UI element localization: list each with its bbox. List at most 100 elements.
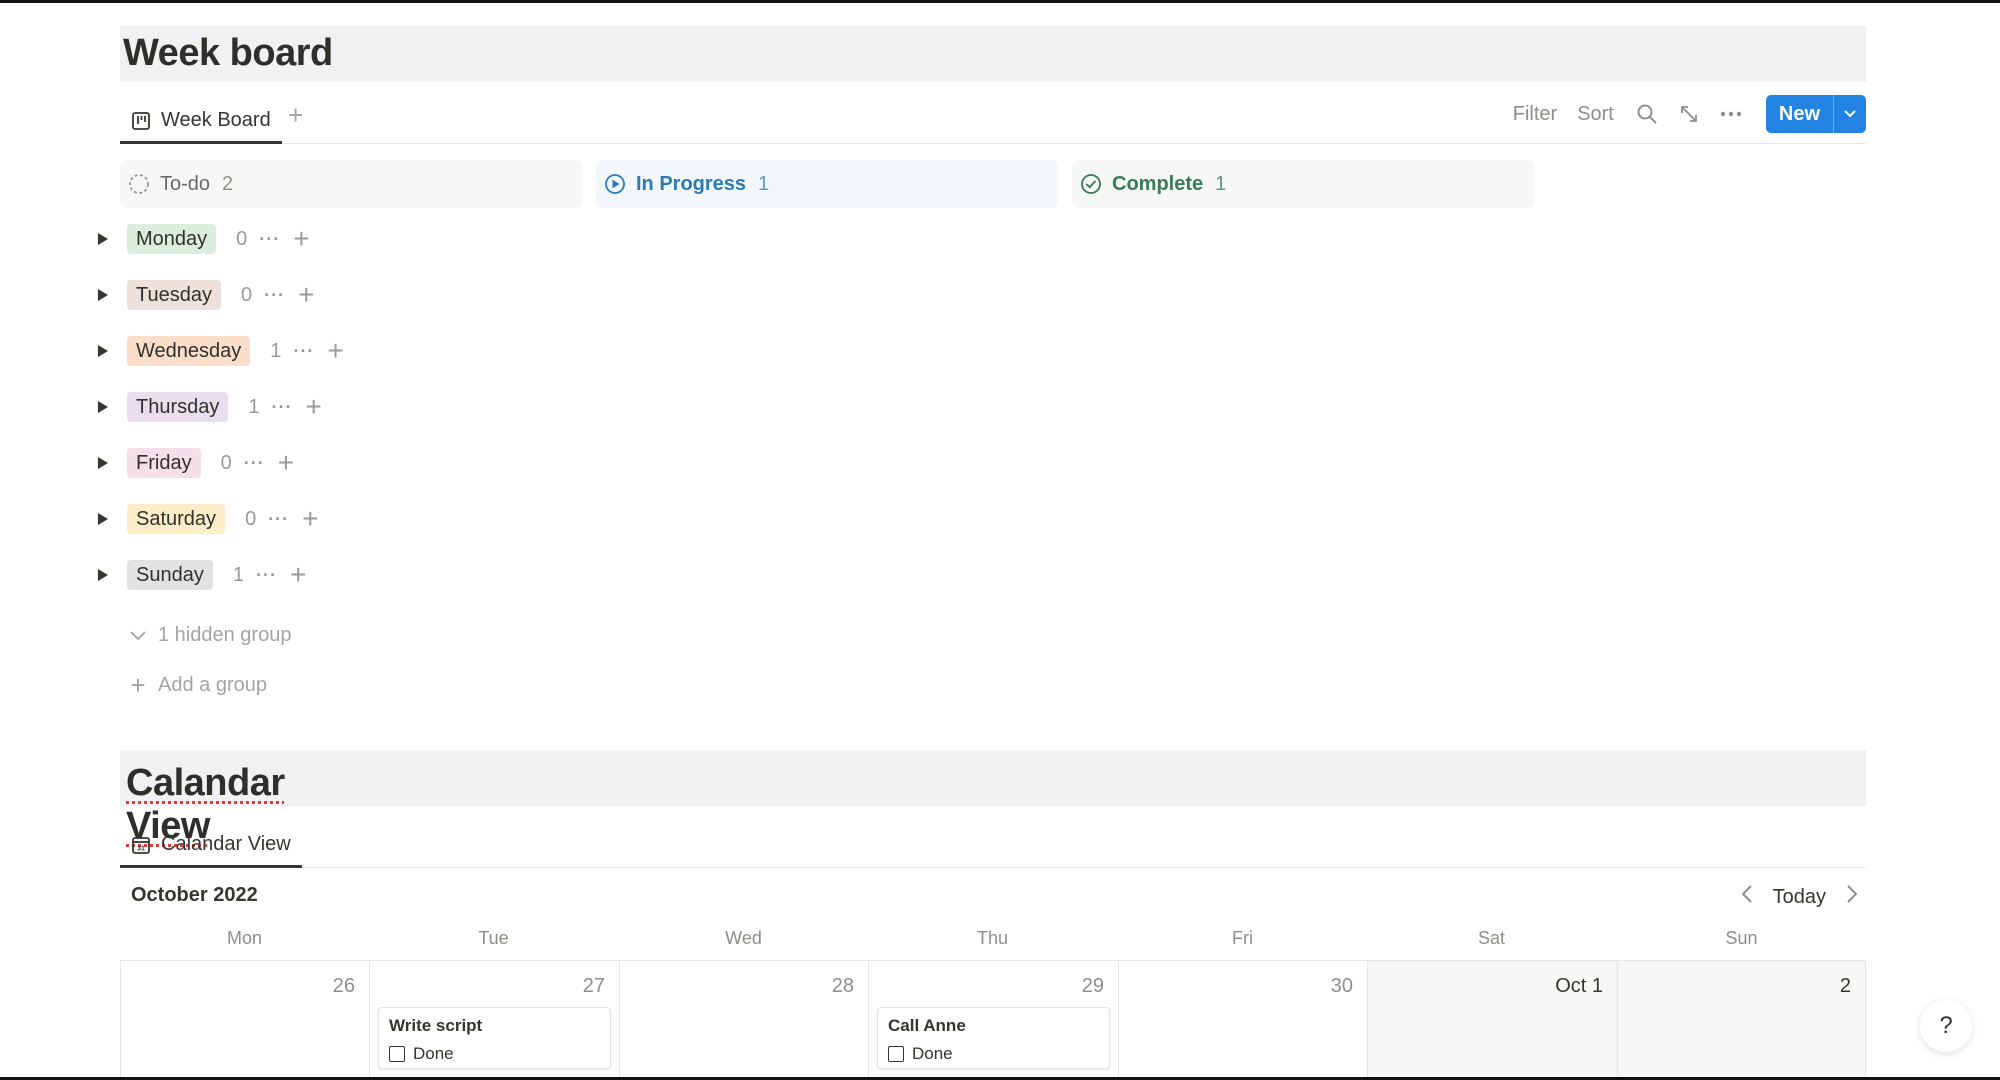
group-row-monday: Monday 0 ··· + (94, 221, 310, 257)
group-row-wednesday: Wednesday 1 ··· + (94, 333, 344, 369)
done-checkbox[interactable]: Done (888, 1044, 953, 1064)
group-count: 0 (220, 451, 232, 474)
add-icon[interactable]: + (293, 225, 309, 253)
caret-right-icon[interactable] (94, 286, 112, 304)
event-title: Call Anne (888, 1016, 966, 1035)
group-count: 0 (245, 507, 257, 530)
column-complete[interactable]: Complete 1 (1072, 160, 1534, 208)
calendar-nav: Today (1741, 884, 1858, 910)
caret-right-icon[interactable] (94, 454, 112, 472)
help-button[interactable]: ? (1920, 1000, 1972, 1052)
calendar-tabbar: 31 Calandar View (120, 820, 1866, 868)
column-label: Complete (1112, 172, 1204, 195)
chevron-down-icon[interactable] (1833, 95, 1866, 133)
group-pill[interactable]: Wednesday (127, 336, 251, 366)
checkbox-icon (888, 1046, 904, 1062)
weekday-label: Wed (725, 928, 762, 948)
event-card[interactable]: Write script Done (378, 1007, 611, 1069)
checkbox-label: Done (912, 1044, 953, 1063)
calendar-icon: 31 (132, 836, 150, 854)
group-pill[interactable]: Saturday (127, 504, 226, 534)
complete-status-icon (1081, 174, 1101, 194)
sort-button[interactable]: Sort (1577, 103, 1614, 126)
add-icon[interactable]: + (305, 393, 321, 421)
calendar-grid: 26 27 Write script Done 28 29 Call Anne … (120, 960, 1866, 1080)
new-button[interactable]: New (1765, 95, 1866, 133)
add-group-label: Add a group (158, 674, 267, 696)
group-row-sunday: Sunday 1 ··· + (94, 557, 306, 593)
chevron-right-icon[interactable] (1846, 884, 1858, 910)
day-number: 2 (1839, 975, 1851, 997)
day-number: 30 (1330, 975, 1353, 997)
checkbox-icon (389, 1046, 405, 1062)
hidden-groups-label: 1 hidden group (158, 624, 292, 646)
group-pill[interactable]: Friday (127, 448, 201, 478)
calendar-day-cell[interactable]: 26 (120, 961, 369, 1080)
caret-right-icon[interactable] (94, 342, 112, 360)
group-row-friday: Friday 0 ··· + (94, 445, 294, 481)
today-button[interactable]: Today (1773, 886, 1826, 909)
more-icon[interactable]: ··· (268, 509, 289, 530)
page-title-calendar[interactable]: Calandar View (120, 750, 1866, 847)
new-button-label: New (1778, 102, 1820, 125)
caret-right-icon[interactable] (94, 566, 112, 584)
calendar-day-cell[interactable]: 28 (619, 961, 868, 1080)
top-border (0, 0, 2000, 3)
day-number: 29 (1081, 975, 1104, 997)
calendar-day-cell[interactable]: 2 (1617, 961, 1866, 1080)
group-count: 1 (248, 395, 260, 418)
caret-right-icon[interactable] (94, 510, 112, 528)
event-card[interactable]: Call Anne Done (877, 1007, 1110, 1069)
group-pill[interactable]: Monday (127, 224, 217, 254)
add-icon[interactable]: + (278, 449, 294, 477)
weekday-label: Thu (976, 928, 1009, 948)
calendar-day-cell[interactable]: 30 (1118, 961, 1367, 1080)
more-icon[interactable]: ··· (264, 285, 285, 306)
add-icon[interactable]: + (290, 561, 306, 589)
svg-text:31: 31 (137, 845, 145, 852)
group-row-tuesday: Tuesday 0 ··· + (94, 277, 314, 313)
filter-button[interactable]: Filter (1513, 103, 1557, 126)
add-icon[interactable]: + (302, 505, 318, 533)
calendar-day-cell[interactable]: 29 Call Anne Done (868, 961, 1118, 1080)
in-progress-status-icon (605, 174, 625, 194)
group-count: 0 (236, 227, 248, 250)
tab-week-board[interactable]: Week Board (120, 100, 282, 144)
group-count: 1 (270, 339, 282, 362)
calendar-day-cell[interactable]: Oct 1 (1367, 961, 1617, 1080)
group-row-thursday: Thursday 1 ··· + (94, 389, 322, 425)
add-group-button[interactable]: + Add a group (128, 670, 267, 701)
done-checkbox[interactable]: Done (389, 1044, 454, 1064)
more-icon[interactable]: ··· (293, 341, 314, 362)
plus-icon: + (130, 670, 146, 700)
more-icon[interactable]: ··· (272, 397, 293, 418)
more-icon[interactable]: ··· (256, 565, 277, 586)
calendar-day-cell[interactable]: 27 Write script Done (369, 961, 619, 1080)
page-title-week-board[interactable]: Week board (120, 26, 1866, 82)
weekday-label: Sat (1477, 928, 1506, 948)
expand-icon[interactable] (1676, 101, 1702, 127)
hidden-groups-toggle[interactable]: 1 hidden group (128, 624, 291, 647)
caret-right-icon[interactable] (94, 230, 112, 248)
more-options-icon[interactable] (1718, 101, 1744, 127)
column-todo[interactable]: To-do 2 (120, 160, 582, 208)
search-icon[interactable] (1634, 101, 1660, 127)
group-count: 1 (232, 563, 244, 586)
chevron-left-icon[interactable] (1741, 884, 1753, 910)
weekday-label: Mon (226, 928, 262, 948)
calendar-month: October 2022 (131, 884, 258, 906)
group-pill[interactable]: Thursday (127, 392, 229, 422)
todo-status-icon (129, 174, 149, 194)
group-pill[interactable]: Tuesday (127, 280, 221, 310)
more-icon[interactable]: ··· (259, 229, 280, 250)
day-number: Oct 1 (1555, 975, 1603, 997)
add-view-icon[interactable]: + (288, 100, 303, 131)
add-icon[interactable]: + (327, 337, 343, 365)
add-icon[interactable]: + (298, 281, 314, 309)
weekday-label: Fri (1232, 928, 1253, 948)
column-in-progress[interactable]: In Progress 1 (596, 160, 1058, 208)
group-pill[interactable]: Sunday (127, 560, 213, 590)
caret-right-icon[interactable] (94, 398, 112, 416)
tab-calendar-view[interactable]: 31 Calandar View (120, 824, 302, 868)
more-icon[interactable]: ··· (244, 453, 265, 474)
